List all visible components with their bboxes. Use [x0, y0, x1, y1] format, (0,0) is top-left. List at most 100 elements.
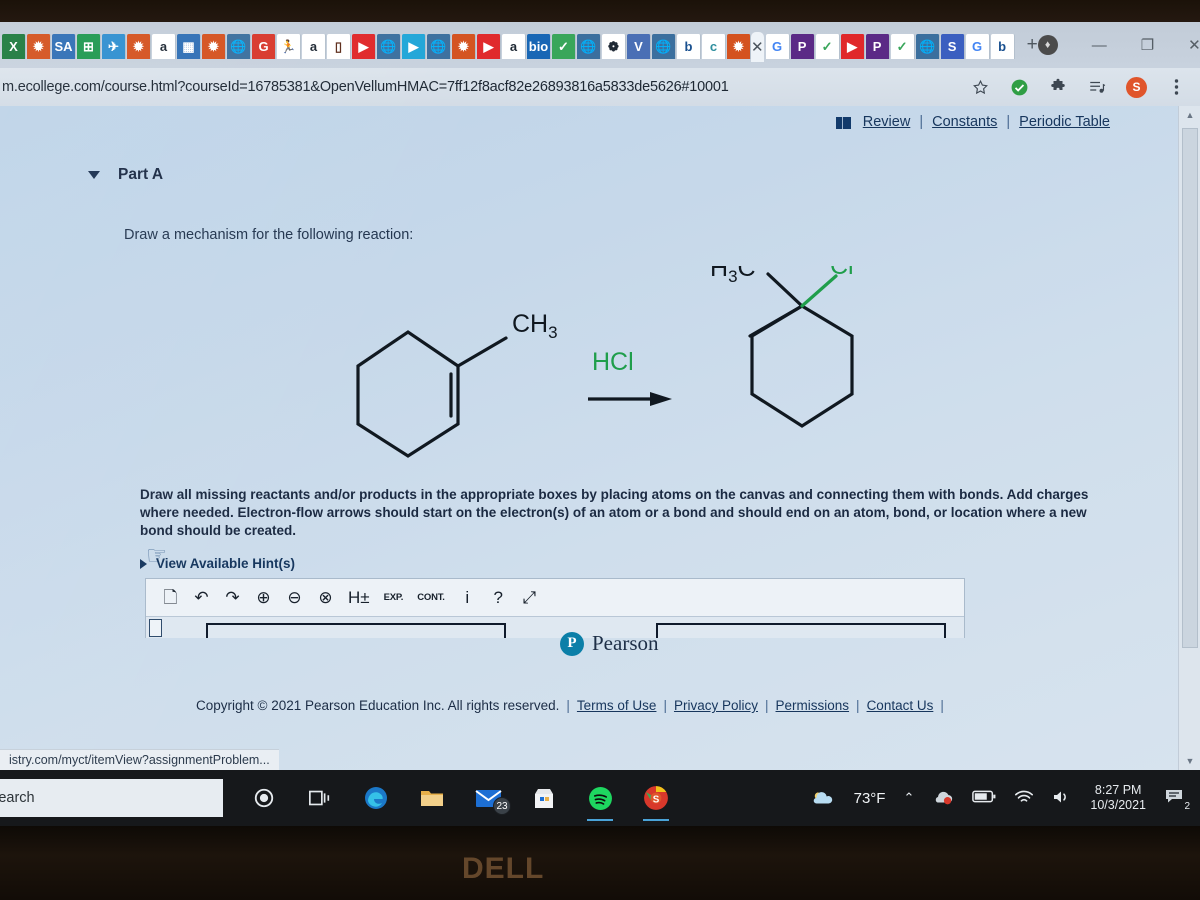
tab-favicon-play-blue[interactable]: ▶	[402, 33, 426, 59]
scroll-up-arrow[interactable]: ▲	[1179, 106, 1200, 124]
tab-favicon-check-2[interactable]: ✓	[815, 33, 840, 59]
tab-favicon-chem-orange[interactable]: ✹	[27, 33, 51, 59]
constants-link[interactable]: Constants	[932, 114, 997, 130]
applet-canvas[interactable]	[146, 617, 964, 638]
file-explorer-button[interactable]	[417, 783, 447, 813]
zoom-in-tool[interactable]: ⊕	[255, 587, 272, 609]
tab-favicon-youtube[interactable]: ▶	[352, 33, 376, 59]
avatar[interactable]: ♦	[1037, 35, 1058, 55]
tab-favicon-check[interactable]: ✓	[552, 33, 576, 59]
periodic-table-link[interactable]: Periodic Table	[1019, 114, 1110, 130]
active-tab[interactable]: ✕	[751, 32, 764, 62]
new-tab-button[interactable]: +	[1027, 34, 1038, 56]
contact-us-link[interactable]: Contact Us	[867, 698, 934, 713]
microsoft-store-button[interactable]	[529, 783, 559, 813]
tab-favicon-globe-5[interactable]: 🌐	[652, 33, 676, 59]
contract-structure-tool[interactable]: CONT.	[417, 587, 445, 609]
tab-favicon-b-blue-2[interactable]: b	[990, 33, 1015, 59]
tab-favicon-google[interactable]: G	[765, 33, 790, 59]
cortana-button[interactable]	[249, 783, 279, 813]
view-hints-toggle[interactable]: View Available Hint(s)	[140, 556, 295, 571]
tab-favicon-sheets[interactable]: ⊞	[77, 33, 101, 59]
tab-favicon-bio[interactable]: bio	[527, 33, 551, 59]
review-link[interactable]: Review	[863, 114, 911, 130]
new-document-tool[interactable]: 🗋	[162, 587, 179, 609]
tab-favicon-globe-2[interactable]: 🌐	[377, 33, 401, 59]
tab-favicon-globe-4[interactable]: 🌐	[577, 33, 601, 59]
tab-favicon-sa[interactable]: SA	[52, 33, 76, 59]
tab-favicon-fan[interactable]: ❁	[602, 33, 626, 59]
tab-favicon-amazon-3[interactable]: a	[502, 33, 526, 59]
tab-favicon-firefox[interactable]: ✹	[727, 33, 751, 59]
scroll-down-arrow[interactable]: ▼	[1179, 752, 1200, 770]
tab-favicon-runner[interactable]: 🏃	[277, 33, 301, 59]
chrome-button[interactable]: S	[641, 783, 671, 821]
battery-icon[interactable]	[972, 790, 996, 806]
address-bar[interactable]: m.ecollege.com/course.html?courseId=1678…	[0, 79, 729, 95]
taskbar-items[interactable]: 23 S	[249, 783, 671, 821]
undo-tool[interactable]: ↶	[193, 587, 210, 609]
atom-palette[interactable]	[149, 619, 162, 637]
search-input[interactable]: o search	[0, 779, 223, 817]
tab-favicon-v[interactable]: V	[627, 33, 651, 59]
part-a-header[interactable]: Part A	[88, 166, 163, 184]
tab-favicon-youtube-2[interactable]: ▶	[477, 33, 501, 59]
weather-temperature[interactable]: 73°F	[854, 790, 886, 807]
tab-favicon-g-red[interactable]: G	[252, 33, 276, 59]
tab-favicon-s-blue[interactable]: S	[940, 33, 965, 59]
tab-favicon-globe-6[interactable]: 🌐	[915, 33, 940, 59]
onedrive-icon[interactable]	[932, 789, 954, 808]
tab-favicon-document[interactable]: ▯	[327, 33, 351, 59]
wifi-icon[interactable]	[1014, 789, 1034, 807]
close-icon[interactable]: ✕	[751, 38, 764, 56]
edge-button[interactable]	[361, 783, 391, 813]
tab-favicon-chem-orange-4[interactable]: ✹	[452, 33, 476, 59]
terms-of-use-link[interactable]: Terms of Use	[577, 698, 657, 713]
pinned-tabs-right[interactable]: G P ✓ ▶ P ✓ 🌐 S Gb	[765, 33, 1015, 59]
permissions-link[interactable]: Permissions	[776, 698, 850, 713]
fullscreen-tool[interactable]: ⤢	[521, 587, 538, 609]
chevron-down-icon[interactable]	[88, 171, 100, 179]
close-window-button[interactable]: ✕	[1188, 36, 1200, 54]
chevron-right-icon[interactable]	[140, 558, 147, 569]
profile-avatar[interactable]: S	[1126, 76, 1147, 98]
tab-favicon-google-2[interactable]: G	[965, 33, 990, 59]
privacy-policy-link[interactable]: Privacy Policy	[674, 698, 758, 713]
tab-favicon-pearson-2[interactable]: P	[865, 33, 890, 59]
info-tool[interactable]: i	[459, 587, 476, 609]
tab-favicon-amazon[interactable]: a	[152, 33, 176, 59]
tab-favicon-pearson[interactable]: P	[790, 33, 815, 59]
volume-icon[interactable]	[1052, 789, 1072, 808]
tab-favicon-b-blue[interactable]: b	[677, 33, 701, 59]
tab-favicon-excel[interactable]: X	[2, 33, 26, 59]
reactant-drawing-box[interactable]	[206, 623, 506, 638]
expand-structure-tool[interactable]: EXP.	[384, 587, 404, 609]
tab-favicon-chem-orange-3[interactable]: ✹	[202, 33, 226, 59]
mail-button[interactable]: 23	[473, 783, 511, 815]
tab-favicon-globe-3[interactable]: 🌐	[427, 33, 451, 59]
hydrogen-charge-tool[interactable]: H±	[348, 587, 370, 609]
reading-list-icon[interactable]	[1087, 77, 1107, 97]
tray-overflow-chevron-icon[interactable]: ⌃	[903, 790, 914, 806]
extension-check-icon[interactable]	[1009, 77, 1029, 97]
notifications-button[interactable]: 2	[1164, 788, 1190, 812]
tab-favicon-amazon-2[interactable]: a	[302, 33, 326, 59]
tab-favicon-check-3[interactable]: ✓	[890, 33, 915, 59]
page-scrollbar[interactable]: ▲ ▼	[1178, 106, 1200, 770]
tab-favicon-plane[interactable]: ✈	[102, 33, 126, 59]
clock[interactable]: 8:27 PM 10/3/2021	[1090, 783, 1146, 814]
pinned-tabs-left[interactable]: X ✹ SA ⊞ ✈ ✹ a ▦ ✹ 🌐 G 🏃 a ▯ ▶ 🌐 ▶ 🌐 ✹ ▶ a bio ✓ 🌐 ❁ V 🌐 b c ✹	[0, 33, 751, 59]
tab-favicon-grid[interactable]: ▦	[177, 33, 201, 59]
weather-moon-icon[interactable]	[810, 787, 836, 810]
zoom-out-tool[interactable]: ⊖	[286, 587, 303, 609]
tab-favicon-youtube-3[interactable]: ▶	[840, 33, 865, 59]
tab-favicon-chem-orange-2[interactable]: ✹	[127, 33, 151, 59]
tab-favicon-globe[interactable]: 🌐	[227, 33, 251, 59]
help-tool[interactable]: ?	[490, 587, 507, 609]
bookmark-star-icon[interactable]	[970, 77, 990, 97]
applet-toolbar[interactable]: 🗋 ↶ ↷ ⊕ ⊖ ⊗ H± EXP. CONT. i? ⤢	[146, 579, 964, 617]
task-view-button[interactable]	[305, 783, 335, 813]
tab-favicon-c-teal[interactable]: c	[702, 33, 726, 59]
drawing-applet[interactable]: 🗋 ↶ ↷ ⊕ ⊖ ⊗ H± EXP. CONT. i? ⤢	[145, 578, 965, 638]
zoom-reset-tool[interactable]: ⊗	[317, 587, 334, 609]
